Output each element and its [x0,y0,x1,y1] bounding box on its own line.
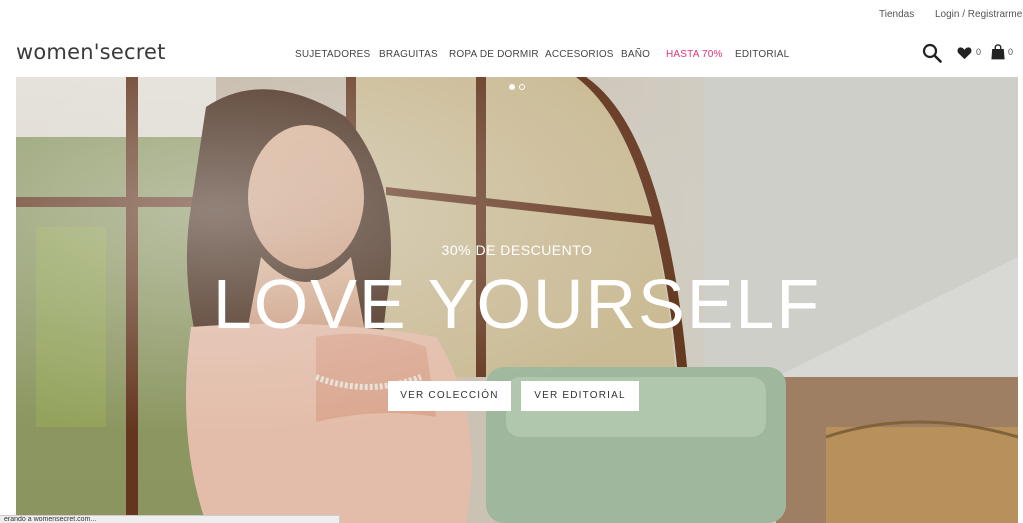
login-register-link[interactable]: Login / Registrarme [935,9,1022,20]
hero-banner[interactable]: 30% DE DESCUENTO LOVE YOURSELF VER COLEC… [16,77,1018,523]
nav-item-sale[interactable]: HASTA 70% [666,49,723,60]
view-collection-button[interactable]: VER COLECCIÓN [388,381,511,411]
shopping-bag-icon[interactable] [991,44,1005,60]
browser-status-bar: erando a womensecret.com... [0,515,340,523]
brand-logo[interactable]: women'secret [16,40,166,64]
view-editorial-button[interactable]: VER EDITORIAL [521,381,639,411]
search-icon[interactable] [922,43,942,63]
hero-headline: LOVE YOURSELF [212,265,822,343]
carousel-dot-1[interactable] [509,84,515,90]
cart-count: 0 [1008,47,1014,57]
main-header: women'secret SUJETADORES BRAGUITAS ROPA … [0,30,1023,77]
nav-item-ropa-de-dormir[interactable]: ROPA DE DORMIR [449,49,539,60]
nav-item-bano[interactable]: BAÑO [621,49,650,60]
heart-icon[interactable] [957,46,972,60]
nav-item-accesorios[interactable]: ACCESORIOS [545,49,614,60]
hero-subtitle: 30% DE DESCUENTO [441,242,593,258]
carousel-dot-2[interactable] [519,84,525,90]
nav-item-sujetadores[interactable]: SUJETADORES [295,49,370,60]
wishlist-count: 0 [976,47,982,57]
stores-link[interactable]: Tiendas [879,9,914,20]
top-bar: Tiendas Login / Registrarme [0,0,1023,30]
nav-item-editorial[interactable]: EDITORIAL [735,49,789,60]
nav-item-braguitas[interactable]: BRAGUITAS [379,49,438,60]
carousel-dots [509,84,529,92]
